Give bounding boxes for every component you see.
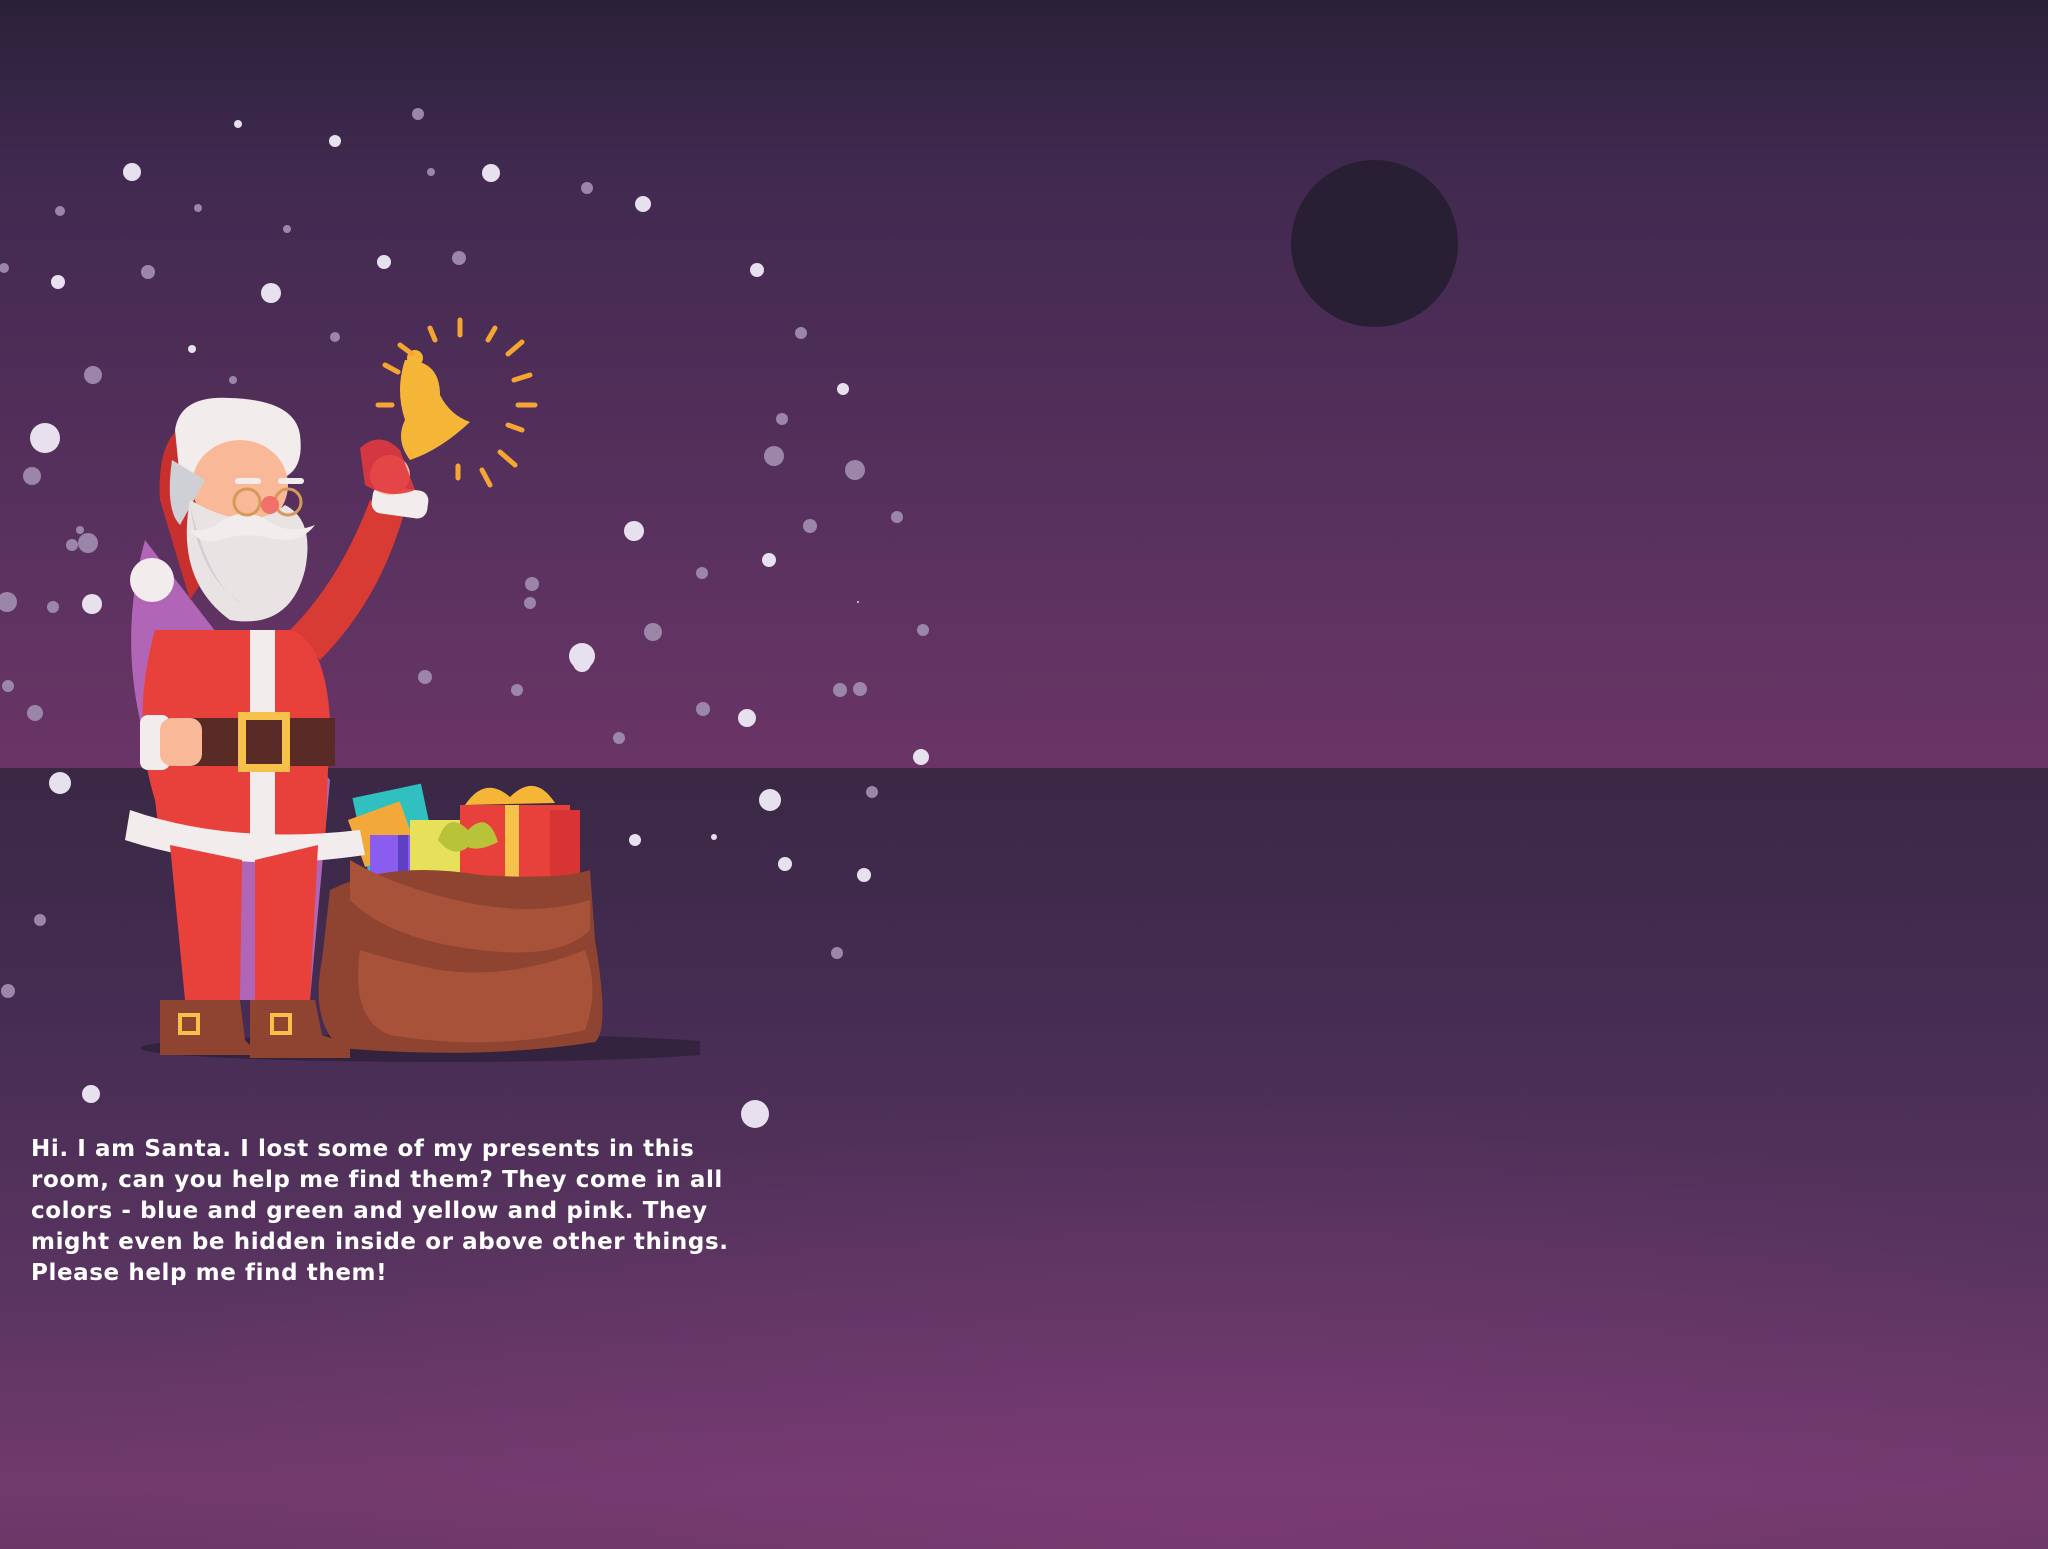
snowflake-icon <box>23 467 41 485</box>
snowflake-icon <box>34 914 46 926</box>
snowflake-icon <box>30 423 60 453</box>
snowflake-icon <box>762 553 776 567</box>
snowflake-icon <box>27 705 43 721</box>
snowflake-icon <box>482 164 500 182</box>
game-scene: Hi. I am Santa. I lost some of my presen… <box>0 0 2048 1549</box>
snowflake-icon <box>51 275 65 289</box>
bell-icon[interactable] <box>360 317 538 494</box>
snowflake-icon <box>833 683 847 697</box>
snowflake-icon <box>738 709 756 727</box>
snowflake-icon <box>581 182 593 194</box>
snowflake-icon <box>741 1100 769 1128</box>
snowflake-icon <box>857 601 859 603</box>
snowflake-icon <box>750 263 764 277</box>
snowflake-icon <box>452 251 466 265</box>
snowflake-icon <box>412 108 424 120</box>
snowflake-icon <box>764 446 784 466</box>
snowflake-icon <box>194 204 202 212</box>
snowflake-icon <box>891 511 903 523</box>
snowflake-icon <box>917 624 929 636</box>
snowflake-icon <box>857 868 871 882</box>
snowflake-icon <box>845 460 865 480</box>
snowflake-icon <box>2 680 14 692</box>
snowflake-icon <box>635 196 651 212</box>
snowflake-icon <box>803 519 817 533</box>
snowflake-icon <box>377 255 391 269</box>
snowflake-icon <box>837 383 849 395</box>
snowflake-icon <box>0 263 9 273</box>
snowflake-icon <box>795 327 807 339</box>
snowflake-icon <box>831 947 843 959</box>
snowflake-icon <box>123 163 141 181</box>
snowflake-icon <box>853 682 867 696</box>
snowflake-icon <box>0 592 17 612</box>
snowflake-icon <box>82 1085 100 1103</box>
snowflake-icon <box>141 265 155 279</box>
snowflake-icon <box>234 120 242 128</box>
snowflake-icon <box>866 786 878 798</box>
snowflake-icon <box>55 206 65 216</box>
santa-message: Hi. I am Santa. I lost some of my presen… <box>31 1136 729 1286</box>
snowflake-icon <box>711 834 717 840</box>
snowflake-icon <box>776 413 788 425</box>
snowflake-icon <box>1 984 15 998</box>
snowflake-icon <box>913 749 929 765</box>
gift-sack[interactable] <box>318 783 603 1053</box>
snowflake-icon <box>427 168 435 176</box>
santa-character[interactable] <box>60 300 700 1080</box>
snowflake-icon <box>329 135 341 147</box>
snowflake-icon <box>283 225 291 233</box>
snowflake-icon <box>778 857 792 871</box>
snowflake-icon <box>47 601 59 613</box>
snowflake-icon <box>759 789 781 811</box>
